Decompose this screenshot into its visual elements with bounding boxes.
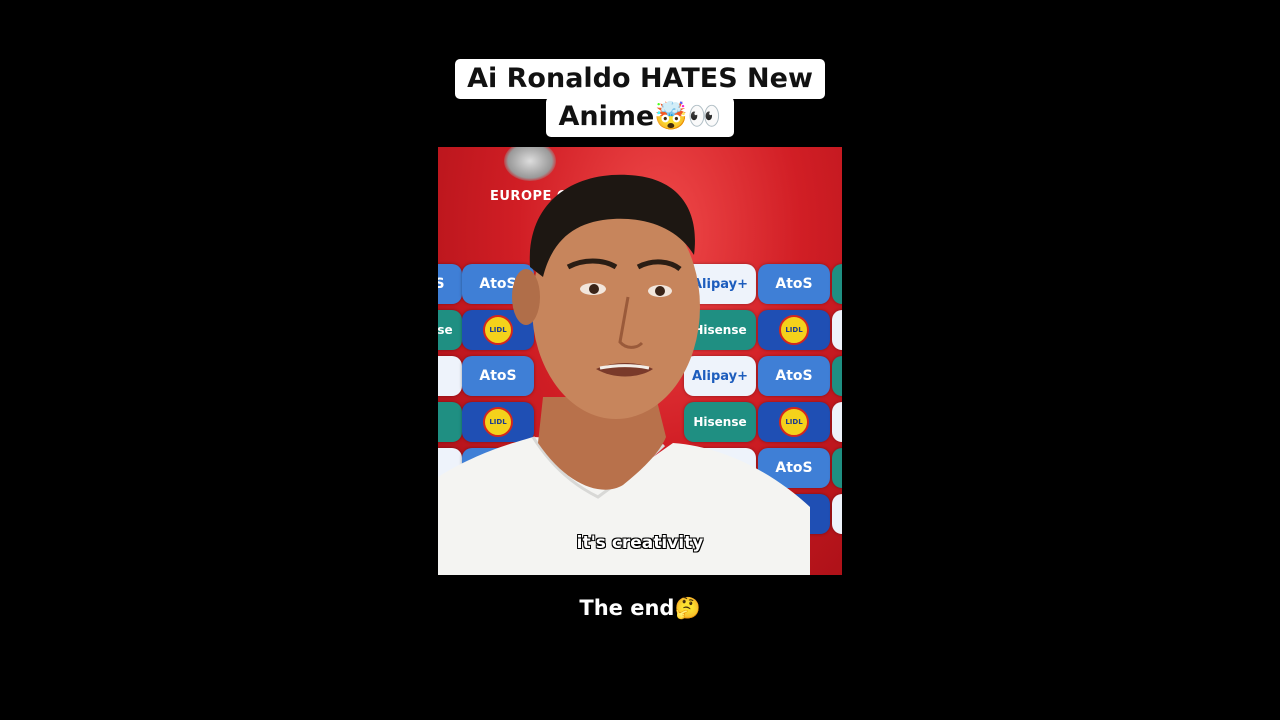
caption-line-2: Anime🤯👀	[546, 97, 734, 137]
interviewee-figure	[438, 174, 810, 575]
bottom-caption: The end🤔	[579, 596, 701, 620]
video-frame[interactable]: EUROPE QUALIF AtoS AtoS Alipay+ AtoS His…	[438, 147, 842, 575]
caption-line-1: Ai Ronaldo HATES New	[455, 59, 825, 99]
video-subtitle: it's creativity	[576, 533, 704, 553]
